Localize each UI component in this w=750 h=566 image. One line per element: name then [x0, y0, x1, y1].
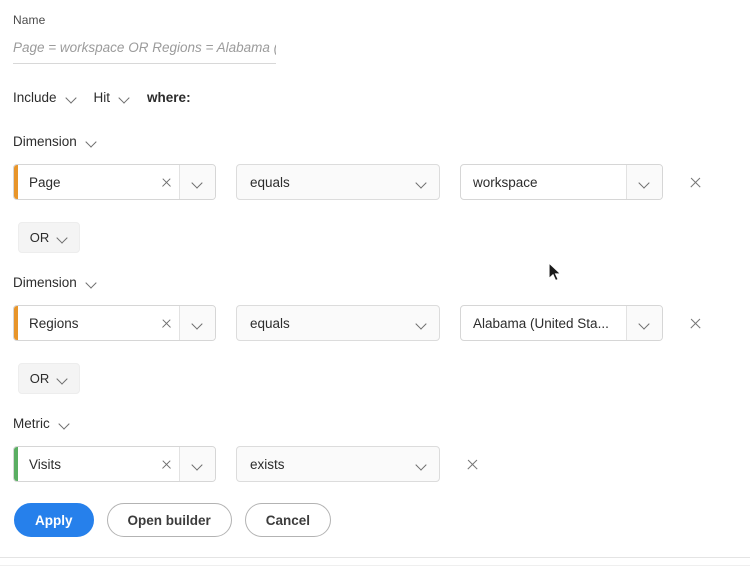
- group-type-dropdown-0[interactable]: Dimension: [13, 131, 97, 151]
- clear-field-button-1[interactable]: [153, 306, 179, 340]
- scope-row: Include Hit where:: [13, 86, 191, 108]
- operator-value-2: exists: [250, 456, 285, 472]
- close-icon: [689, 176, 702, 189]
- cancel-button[interactable]: Cancel: [244, 503, 332, 537]
- close-icon: [689, 317, 702, 330]
- value-select-1[interactable]: Alabama (United Sta...: [460, 305, 663, 341]
- field-dropdown-toggle-2[interactable]: [179, 447, 215, 481]
- clear-field-button-2[interactable]: [153, 447, 179, 481]
- value-dropdown-toggle-0[interactable]: [626, 165, 662, 199]
- footer-actions: Apply Open builder Cancel: [14, 503, 332, 537]
- clear-field-button-0[interactable]: [153, 165, 179, 199]
- field-name-2: Visits: [18, 447, 153, 481]
- name-input[interactable]: [13, 40, 276, 64]
- open-builder-button[interactable]: Open builder: [106, 503, 232, 537]
- rule-row: Visits exists: [13, 446, 482, 482]
- operator-value-1: equals: [250, 315, 290, 331]
- chevron-down-icon: [57, 232, 68, 243]
- close-icon: [466, 458, 479, 471]
- chevron-down-icon: [59, 418, 70, 429]
- close-icon: [161, 177, 172, 188]
- operator-select-1[interactable]: equals: [236, 305, 440, 341]
- container-dropdown[interactable]: Hit: [94, 90, 131, 105]
- group-type-label-0: Dimension: [13, 133, 77, 149]
- logic-operator-label-1: OR: [29, 371, 50, 386]
- operator-select-2[interactable]: exists: [236, 446, 440, 482]
- chevron-down-icon: [639, 177, 650, 188]
- field-name-1: Regions: [18, 306, 153, 340]
- container-dropdown-label: Hit: [93, 89, 111, 105]
- group-type-dropdown-2[interactable]: Metric: [13, 413, 70, 433]
- chevron-down-icon: [66, 92, 77, 103]
- mouse-cursor: [548, 261, 564, 284]
- field-dropdown-toggle-0[interactable]: [179, 165, 215, 199]
- logic-operator-0[interactable]: OR: [18, 222, 80, 253]
- chevron-down-icon: [86, 277, 97, 288]
- value-text-1: Alabama (United Sta...: [473, 315, 609, 331]
- group-type-dropdown-1[interactable]: Dimension: [13, 272, 97, 292]
- field-name-0: Page: [18, 165, 153, 199]
- field-pill-1[interactable]: Regions: [13, 305, 216, 341]
- chevron-down-icon: [416, 459, 427, 470]
- name-section: Name: [13, 13, 303, 64]
- footer-divider: [0, 557, 750, 558]
- field-pill-0[interactable]: Page: [13, 164, 216, 200]
- chevron-down-icon: [119, 92, 130, 103]
- close-icon: [161, 459, 172, 470]
- chevron-down-icon: [86, 136, 97, 147]
- name-label: Name: [13, 13, 46, 27]
- value-select-0[interactable]: workspace: [460, 164, 663, 200]
- rule-row: Page equals workspace: [13, 164, 705, 200]
- chevron-down-icon: [192, 459, 203, 470]
- where-label: where:: [147, 89, 191, 105]
- field-pill-2[interactable]: Visits: [13, 446, 216, 482]
- logic-operator-label-0: OR: [29, 230, 50, 245]
- value-text-0: workspace: [473, 174, 538, 190]
- group-type-label-1: Dimension: [13, 274, 77, 290]
- rule-row: Regions equals Alabama (United Sta...: [13, 305, 705, 341]
- operator-select-0[interactable]: equals: [236, 164, 440, 200]
- group-type-label-2: Metric: [13, 415, 50, 431]
- value-dropdown-toggle-1[interactable]: [626, 306, 662, 340]
- remove-rule-button-0[interactable]: [685, 172, 705, 192]
- chevron-down-icon: [416, 318, 427, 329]
- include-dropdown-label: Include: [13, 89, 57, 105]
- close-icon: [161, 318, 172, 329]
- remove-rule-button-2[interactable]: [462, 454, 482, 474]
- include-dropdown[interactable]: Include: [13, 90, 77, 105]
- field-dropdown-toggle-1[interactable]: [179, 306, 215, 340]
- operator-value-0: equals: [250, 174, 290, 190]
- chevron-down-icon: [192, 318, 203, 329]
- chevron-down-icon: [192, 177, 203, 188]
- chevron-down-icon: [416, 177, 427, 188]
- chevron-down-icon: [639, 318, 650, 329]
- apply-button[interactable]: Apply: [14, 503, 94, 537]
- chevron-down-icon: [57, 373, 68, 384]
- segment-filter-panel: Name Include Hit where: Dimension Page: [0, 0, 750, 566]
- logic-operator-1[interactable]: OR: [18, 363, 80, 394]
- remove-rule-button-1[interactable]: [685, 313, 705, 333]
